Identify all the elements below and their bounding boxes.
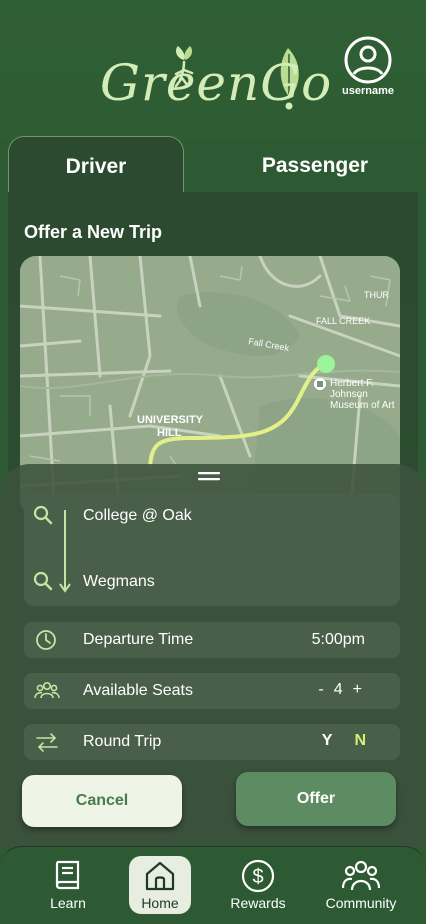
destination-field[interactable]: Wegmans bbox=[24, 560, 400, 604]
home-icon bbox=[145, 861, 175, 891]
nav-rewards-label: Rewards bbox=[230, 895, 286, 911]
departure-time-field[interactable]: Departure Time 5:00pm bbox=[24, 622, 400, 658]
destination-marker bbox=[317, 355, 335, 373]
nav-community-label: Community bbox=[325, 895, 397, 911]
cancel-button[interactable]: Cancel bbox=[22, 775, 182, 827]
seats-increment-button[interactable]: + bbox=[353, 681, 362, 699]
round-trip-no-option[interactable]: N bbox=[354, 732, 366, 750]
logo-text: GreenGo bbox=[100, 54, 333, 112]
tab-passenger[interactable]: Passenger bbox=[220, 144, 410, 188]
svg-text:Museum of Art: Museum of Art bbox=[330, 400, 395, 411]
round-trip-field: Round Trip Y N bbox=[24, 724, 400, 760]
profile-button[interactable]: username bbox=[336, 36, 400, 102]
svg-text:THUR: THUR bbox=[364, 290, 389, 300]
svg-text:$: $ bbox=[252, 866, 263, 888]
svg-text:FALL CREEK: FALL CREEK bbox=[316, 316, 370, 326]
people-icon bbox=[342, 860, 380, 891]
nav-home-label: Home bbox=[141, 895, 179, 911]
search-icon bbox=[33, 571, 53, 591]
svg-text:Johnson: Johnson bbox=[330, 389, 368, 400]
swap-arrows-icon bbox=[36, 733, 58, 752]
sheet-drag-handle[interactable] bbox=[198, 470, 220, 482]
offer-button[interactable]: Offer bbox=[236, 772, 396, 826]
username-label: username bbox=[342, 85, 394, 97]
seats-decrement-button[interactable]: - bbox=[318, 681, 323, 699]
nav-learn[interactable]: Learn bbox=[38, 856, 98, 914]
available-seats-field: Available Seats - 4 + bbox=[24, 673, 400, 709]
tab-driver[interactable]: Driver bbox=[8, 136, 184, 196]
people-icon bbox=[34, 681, 60, 699]
round-trip-yes-option[interactable]: Y bbox=[322, 732, 333, 750]
svg-text:UNIVERSITY: UNIVERSITY bbox=[137, 414, 204, 426]
role-tabs: Driver Passenger bbox=[0, 136, 426, 196]
departure-time-label: Departure Time bbox=[83, 631, 194, 648]
svg-text:Herbert F.: Herbert F. bbox=[330, 378, 374, 389]
dollar-circle-icon: $ bbox=[241, 859, 275, 893]
origin-value: College @ Oak bbox=[83, 507, 192, 524]
origin-field[interactable]: College @ Oak bbox=[24, 494, 400, 538]
round-trip-toggle: Y N bbox=[322, 732, 366, 750]
book-icon bbox=[55, 860, 80, 890]
greengo-logo: GreenGo bbox=[96, 40, 331, 115]
available-seats-label: Available Seats bbox=[83, 682, 193, 699]
departure-time-value: 5:00pm bbox=[311, 631, 365, 648]
page-title: Offer a New Trip bbox=[24, 222, 163, 242]
round-trip-label: Round Trip bbox=[83, 733, 162, 750]
seats-value: 4 bbox=[333, 681, 343, 698]
user-avatar-icon bbox=[344, 36, 392, 84]
destination-value: Wegmans bbox=[83, 573, 155, 590]
nav-community[interactable]: Community bbox=[316, 856, 406, 914]
svg-text:HILL: HILL bbox=[157, 427, 182, 439]
search-icon bbox=[33, 505, 53, 525]
nav-home[interactable]: Home bbox=[129, 856, 191, 914]
seats-stepper: - 4 + bbox=[318, 681, 362, 699]
nav-learn-label: Learn bbox=[50, 895, 86, 911]
clock-icon bbox=[36, 630, 56, 650]
nav-rewards[interactable]: $ Rewards bbox=[222, 856, 294, 914]
